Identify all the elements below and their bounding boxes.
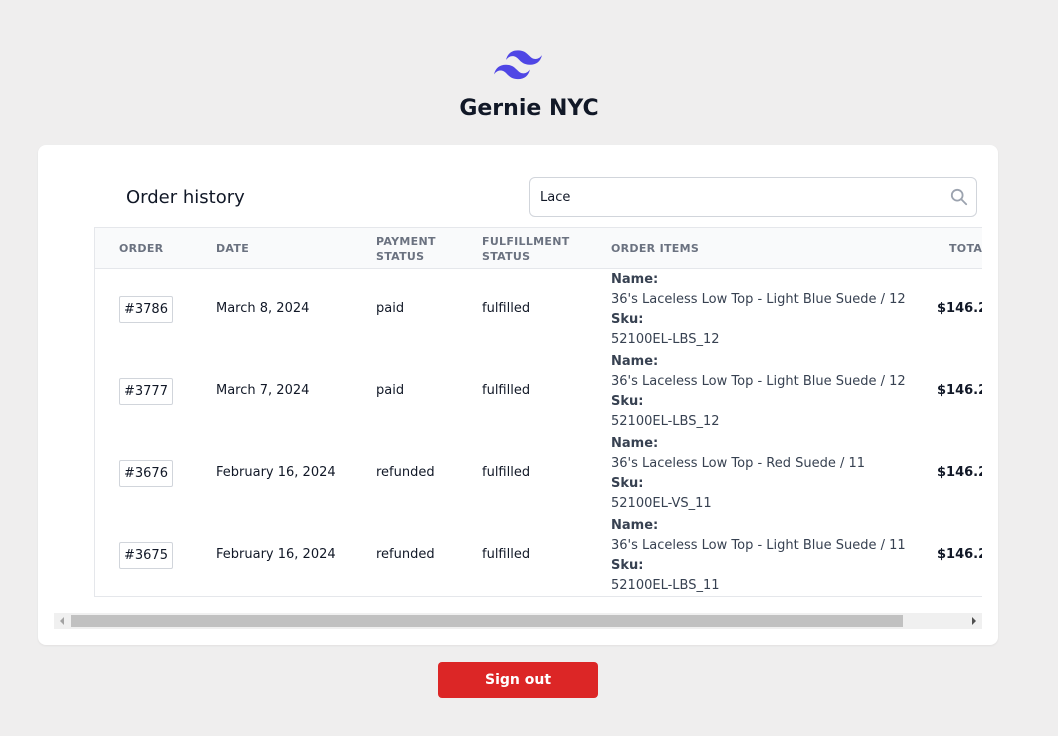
fulfillment-status: fulfilled bbox=[482, 383, 531, 398]
order-total: $146.25 bbox=[937, 465, 982, 480]
item-name: 36's Laceless Low Top - Light Blue Suede… bbox=[611, 538, 906, 553]
order-number[interactable]: #3676 bbox=[119, 460, 173, 487]
order-number[interactable]: #3786 bbox=[119, 296, 173, 323]
order-items: Name: 36's Laceless Low Top - Red Suede … bbox=[611, 434, 865, 514]
item-sku: 52100EL-VS_11 bbox=[611, 496, 712, 511]
search-box bbox=[529, 177, 977, 217]
order-date: February 16, 2024 bbox=[216, 547, 336, 562]
item-sku-label: Sku: bbox=[611, 312, 644, 327]
column-header-payment-status: Payment status bbox=[376, 235, 436, 263]
item-sku: 52100EL-LBS_12 bbox=[611, 414, 720, 429]
table-row[interactable]: #3786 March 8, 2024 paid fulfilled Name:… bbox=[95, 270, 982, 352]
item-sku: 52100EL-LBS_12 bbox=[611, 332, 720, 347]
order-date: March 7, 2024 bbox=[216, 383, 310, 398]
item-name: 36's Laceless Low Top - Light Blue Suede… bbox=[611, 292, 906, 307]
order-number[interactable]: #3777 bbox=[119, 378, 173, 405]
column-header-order-items: Order items bbox=[611, 242, 700, 255]
item-name: 36's Laceless Low Top - Red Suede / 11 bbox=[611, 456, 866, 471]
column-header-date: Date bbox=[216, 242, 250, 255]
item-sku: 52100EL-LBS_11 bbox=[611, 578, 720, 593]
orders-table: Order Date Payment status Fulfillment st… bbox=[94, 227, 982, 597]
column-header-fulfillment-status: Fulfillment status bbox=[482, 235, 570, 263]
order-items: Name: 36's Laceless Low Top - Light Blue… bbox=[611, 516, 906, 596]
column-header-total: Total bbox=[949, 242, 982, 255]
payment-status: paid bbox=[376, 301, 405, 316]
item-name-label: Name: bbox=[611, 272, 659, 287]
item-sku-label: Sku: bbox=[611, 558, 644, 573]
scrollbar-thumb[interactable] bbox=[71, 615, 903, 627]
order-total: $146.25 bbox=[937, 383, 982, 398]
order-history-card: Order history Order Date Payment status … bbox=[38, 145, 998, 645]
column-header-order: Order bbox=[119, 242, 164, 255]
brand-title: Gernie NYC bbox=[459, 96, 599, 121]
orders-table-viewport: Order Date Payment status Fulfillment st… bbox=[94, 227, 982, 597]
table-row[interactable]: #3675 February 16, 2024 refunded fulfill… bbox=[95, 516, 982, 597]
order-date: March 8, 2024 bbox=[216, 301, 310, 316]
order-total: $146.25 bbox=[937, 301, 982, 316]
order-number[interactable]: #3675 bbox=[119, 542, 173, 569]
payment-status: refunded bbox=[376, 547, 435, 562]
item-sku-label: Sku: bbox=[611, 394, 644, 409]
item-sku-label: Sku: bbox=[611, 476, 644, 491]
sign-out-button[interactable]: Sign out bbox=[438, 662, 598, 698]
table-row[interactable]: #3777 March 7, 2024 paid fulfilled Name:… bbox=[95, 352, 982, 434]
payment-status: paid bbox=[376, 383, 405, 398]
table-header: Order Date Payment status Fulfillment st… bbox=[95, 228, 982, 269]
item-name-label: Name: bbox=[611, 518, 659, 533]
horizontal-scrollbar[interactable] bbox=[54, 613, 982, 629]
order-items: Name: 36's Laceless Low Top - Light Blue… bbox=[611, 270, 906, 350]
tailwind-wave-logo-icon bbox=[494, 50, 542, 80]
table-row[interactable]: #3676 February 16, 2024 refunded fulfill… bbox=[95, 434, 982, 516]
item-name-label: Name: bbox=[611, 436, 659, 451]
search-icon[interactable] bbox=[950, 188, 968, 206]
fulfillment-status: fulfilled bbox=[482, 301, 531, 316]
item-name-label: Name: bbox=[611, 354, 659, 369]
scroll-right-arrow-icon[interactable] bbox=[969, 616, 979, 626]
order-date: February 16, 2024 bbox=[216, 465, 336, 480]
payment-status: refunded bbox=[376, 465, 435, 480]
item-name: 36's Laceless Low Top - Light Blue Suede… bbox=[611, 374, 906, 389]
search-input[interactable] bbox=[530, 178, 940, 216]
order-total: $146.25 bbox=[937, 547, 982, 562]
fulfillment-status: fulfilled bbox=[482, 547, 531, 562]
fulfillment-status: fulfilled bbox=[482, 465, 531, 480]
scroll-left-arrow-icon[interactable] bbox=[57, 616, 67, 626]
order-history-title: Order history bbox=[126, 187, 245, 208]
order-items: Name: 36's Laceless Low Top - Light Blue… bbox=[611, 352, 906, 432]
